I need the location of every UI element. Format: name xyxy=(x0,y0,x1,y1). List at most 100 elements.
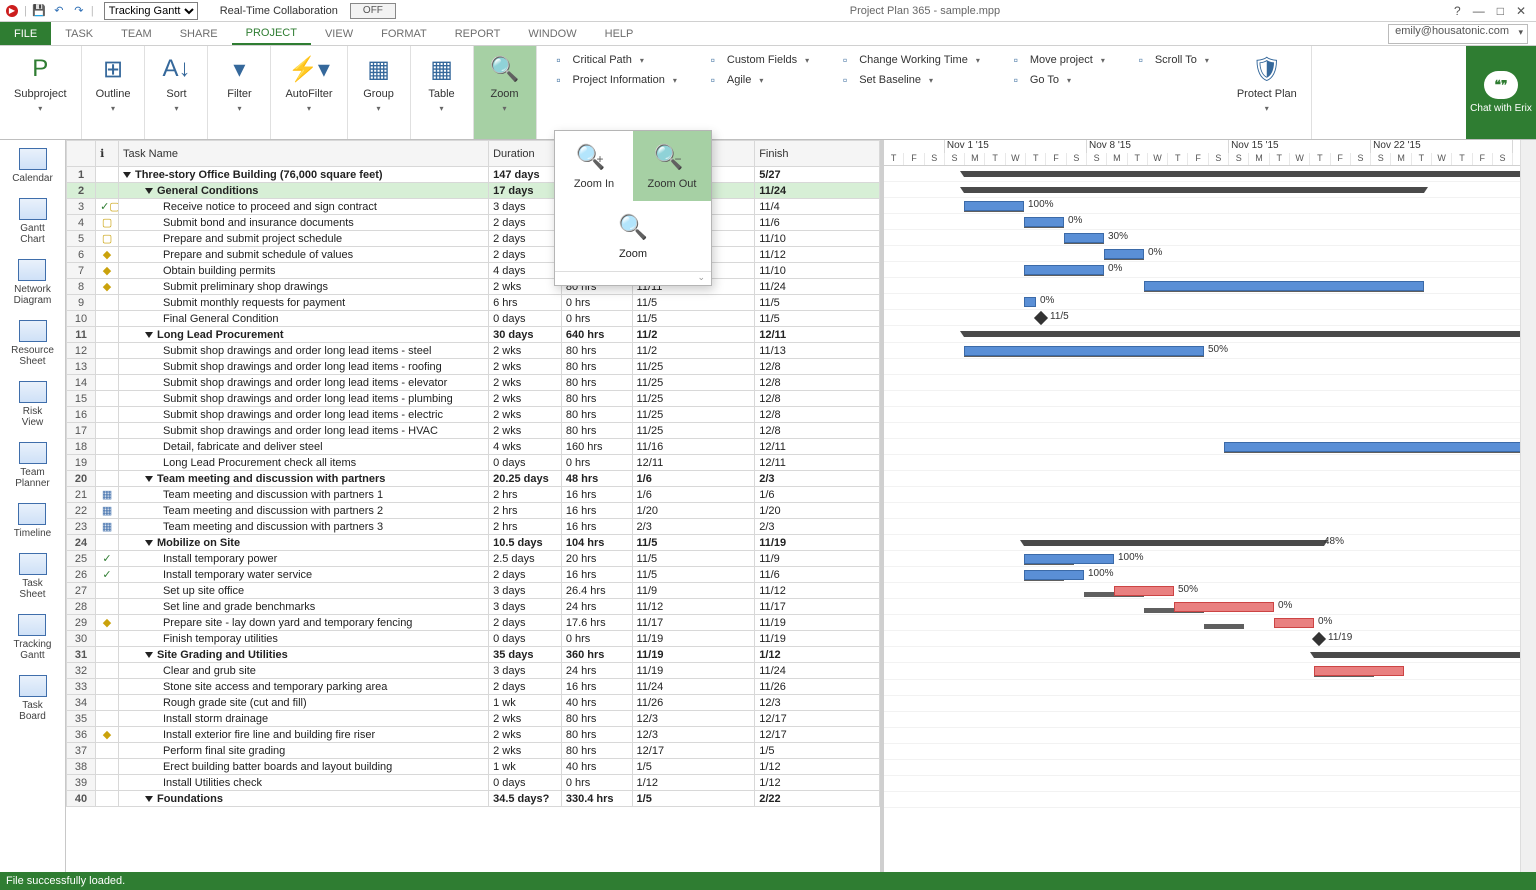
user-account[interactable]: emily@housatonic.com xyxy=(1388,24,1528,44)
task-row[interactable]: 16Submit shop drawings and order long le… xyxy=(67,407,880,423)
view-gantt-chart[interactable]: GanttChart xyxy=(19,198,47,245)
zoom-popover-expand[interactable]: ⌄ xyxy=(555,271,711,285)
col-rownum[interactable] xyxy=(67,141,96,167)
view-timeline[interactable]: Timeline xyxy=(14,503,51,539)
task-row[interactable]: 8◆Submit preliminary shop drawings2 wks8… xyxy=(67,279,880,295)
menu-help[interactable]: HELP xyxy=(591,22,648,45)
ribbon-outline[interactable]: ⊞Outline▾ xyxy=(82,46,146,139)
task-row[interactable]: 40Foundations34.5 days?330.4 hrs1/52/22 xyxy=(67,791,880,807)
task-row[interactable]: 18Detail, fabricate and deliver steel4 w… xyxy=(67,439,880,455)
task-row[interactable]: 33Stone site access and temporary parkin… xyxy=(67,679,880,695)
menu-window[interactable]: WINDOW xyxy=(514,22,590,45)
task-row[interactable]: 12Submit shop drawings and order long le… xyxy=(67,343,880,359)
save-icon[interactable]: 💾 xyxy=(31,3,47,19)
task-row[interactable]: 34Rough grade site (cut and fill)1 wk40 … xyxy=(67,695,880,711)
ribbon-set-baseline[interactable]: ▫Set Baseline▾ xyxy=(837,72,980,88)
task-row[interactable]: 9Submit monthly requests for payment6 hr… xyxy=(67,295,880,311)
task-row[interactable]: 3✓▢Receive notice to proceed and sign co… xyxy=(67,199,880,215)
task-row[interactable]: 14Submit shop drawings and order long le… xyxy=(67,375,880,391)
zoom-button[interactable]: 🔍 Zoom xyxy=(555,201,711,271)
chat-with-erix[interactable]: ❝❞ Chat with Erix xyxy=(1466,46,1536,139)
ribbon-table[interactable]: ▦Table▾ xyxy=(411,46,474,139)
vertical-scrollbar[interactable] xyxy=(1520,140,1536,872)
minimize-icon[interactable]: — xyxy=(1473,4,1485,18)
ribbon-agile[interactable]: ▫Agile▾ xyxy=(705,72,809,88)
ribbon-filter[interactable]: ▾Filter▾ xyxy=(208,46,271,139)
menu-view[interactable]: VIEW xyxy=(311,22,367,45)
view-risk-view[interactable]: RiskView xyxy=(19,381,47,428)
task-row[interactable]: 27Set up site office3 days26.4 hrs11/911… xyxy=(67,583,880,599)
zoom-in-button[interactable]: 🔍+ Zoom In xyxy=(555,131,633,201)
task-row[interactable]: 22▦Team meeting and discussion with part… xyxy=(67,503,880,519)
menu-format[interactable]: FORMAT xyxy=(367,22,441,45)
col-finish[interactable]: Finish xyxy=(755,141,880,167)
col-duration[interactable]: Duration xyxy=(489,141,562,167)
task-row[interactable]: 5▢Prepare and submit project schedule2 d… xyxy=(67,231,880,247)
menu-report[interactable]: REPORT xyxy=(441,22,515,45)
menu-team[interactable]: TEAM xyxy=(107,22,166,45)
ribbon-subproject[interactable]: PSubproject▾ xyxy=(0,46,82,139)
task-row[interactable]: 21▦Team meeting and discussion with part… xyxy=(67,487,880,503)
task-row[interactable]: 23▦Team meeting and discussion with part… xyxy=(67,519,880,535)
ribbon-change-working-time[interactable]: ▫Change Working Time▾ xyxy=(837,52,980,68)
task-row[interactable]: 30Finish temporay utilities0 days0 hrs11… xyxy=(67,631,880,647)
task-row[interactable]: 38Erect building batter boards and layou… xyxy=(67,759,880,775)
ribbon-group[interactable]: ▦Group▾ xyxy=(348,46,411,139)
view-task-sheet[interactable]: TaskSheet xyxy=(19,553,47,600)
ribbon-custom-fields[interactable]: ▫Custom Fields▾ xyxy=(705,52,809,68)
task-row[interactable]: 35Install storm drainage2 wks80 hrs12/31… xyxy=(67,711,880,727)
task-row[interactable]: 36◆Install exterior fire line and buildi… xyxy=(67,727,880,743)
col-indicators[interactable]: ℹ xyxy=(96,141,119,167)
menu-share[interactable]: SHARE xyxy=(166,22,232,45)
view-selector[interactable]: Tracking Gantt xyxy=(104,2,198,20)
gantt-chart[interactable]: Nov 1 '15Nov 8 '15Nov 15 '15Nov 22 '15 T… xyxy=(884,140,1536,872)
task-row[interactable]: 10Final General Condition0 days0 hrs11/5… xyxy=(67,311,880,327)
task-row[interactable]: 24Mobilize on Site10.5 days104 hrs11/511… xyxy=(67,535,880,551)
task-row[interactable]: 25✓Install temporary power2.5 days20 hrs… xyxy=(67,551,880,567)
ribbon-move-project[interactable]: ▫Move project▾ xyxy=(1008,52,1105,68)
ribbon-autofilter[interactable]: ⚡▾AutoFilter▾ xyxy=(271,46,347,139)
task-row[interactable]: 20Team meeting and discussion with partn… xyxy=(67,471,880,487)
task-row[interactable]: 1Three-story Office Building (76,000 squ… xyxy=(67,167,880,183)
ribbon-project-information[interactable]: ▫Project Information▾ xyxy=(551,72,677,88)
view-calendar[interactable]: Calendar xyxy=(12,148,53,184)
task-row[interactable]: 17Submit shop drawings and order long le… xyxy=(67,423,880,439)
view-resource-sheet[interactable]: ResourceSheet xyxy=(11,320,54,367)
view-network-diagram[interactable]: NetworkDiagram xyxy=(14,259,52,306)
task-row[interactable]: 39Install Utilities check0 days0 hrs1/12… xyxy=(67,775,880,791)
menu-project[interactable]: PROJECT xyxy=(232,22,311,45)
task-row[interactable]: 2General Conditions17 days11/24 xyxy=(67,183,880,199)
view-tracking-gantt[interactable]: TrackingGantt xyxy=(14,614,52,661)
view-team-planner[interactable]: TeamPlanner xyxy=(15,442,49,489)
task-row[interactable]: 7◆Obtain building permits4 days11/10 xyxy=(67,263,880,279)
close-icon[interactable]: ✕ xyxy=(1516,4,1526,18)
task-row[interactable]: 13Submit shop drawings and order long le… xyxy=(67,359,880,375)
ribbon-sort[interactable]: A↓Sort▾ xyxy=(145,46,208,139)
task-row[interactable]: 19Long Lead Procurement check all items0… xyxy=(67,455,880,471)
ribbon-protect[interactable]: 🛡Protect Plan▾ xyxy=(1223,46,1312,139)
menu-file[interactable]: FILE xyxy=(0,22,51,45)
maximize-icon[interactable]: □ xyxy=(1497,4,1504,18)
task-row[interactable]: 29◆Prepare site - lay down yard and temp… xyxy=(67,615,880,631)
redo-icon[interactable]: ↷ xyxy=(71,3,87,19)
ribbon-zoom[interactable]: 🔍Zoom▾ xyxy=(474,46,537,139)
task-table[interactable]: ℹ Task Name Duration Finish 1Three-story… xyxy=(66,140,884,872)
help-icon[interactable]: ? xyxy=(1454,4,1461,18)
ribbon-go-to[interactable]: ▫Go To▾ xyxy=(1008,72,1105,88)
task-row[interactable]: 28Set line and grade benchmarks3 days24 … xyxy=(67,599,880,615)
menu-task[interactable]: TASK xyxy=(51,22,107,45)
zoom-out-button[interactable]: 🔍− Zoom Out xyxy=(633,131,711,201)
realtime-toggle[interactable]: OFF xyxy=(350,3,396,19)
task-row[interactable]: 31Site Grading and Utilities35 days360 h… xyxy=(67,647,880,663)
task-row[interactable]: 32Clear and grub site3 days24 hrs11/1911… xyxy=(67,663,880,679)
view-task-board[interactable]: TaskBoard xyxy=(19,675,47,722)
col-task-name[interactable]: Task Name xyxy=(118,141,488,167)
task-row[interactable]: 26✓Install temporary water service2 days… xyxy=(67,567,880,583)
task-row[interactable]: 37Perform final site grading2 wks80 hrs1… xyxy=(67,743,880,759)
ribbon-critical-path[interactable]: ▫Critical Path▾ xyxy=(551,52,677,68)
undo-icon[interactable]: ↶ xyxy=(51,3,67,19)
task-row[interactable]: 6◆Prepare and submit schedule of values2… xyxy=(67,247,880,263)
task-row[interactable]: 11Long Lead Procurement30 days640 hrs11/… xyxy=(67,327,880,343)
task-row[interactable]: 15Submit shop drawings and order long le… xyxy=(67,391,880,407)
task-row[interactable]: 4▢Submit bond and insurance documents2 d… xyxy=(67,215,880,231)
